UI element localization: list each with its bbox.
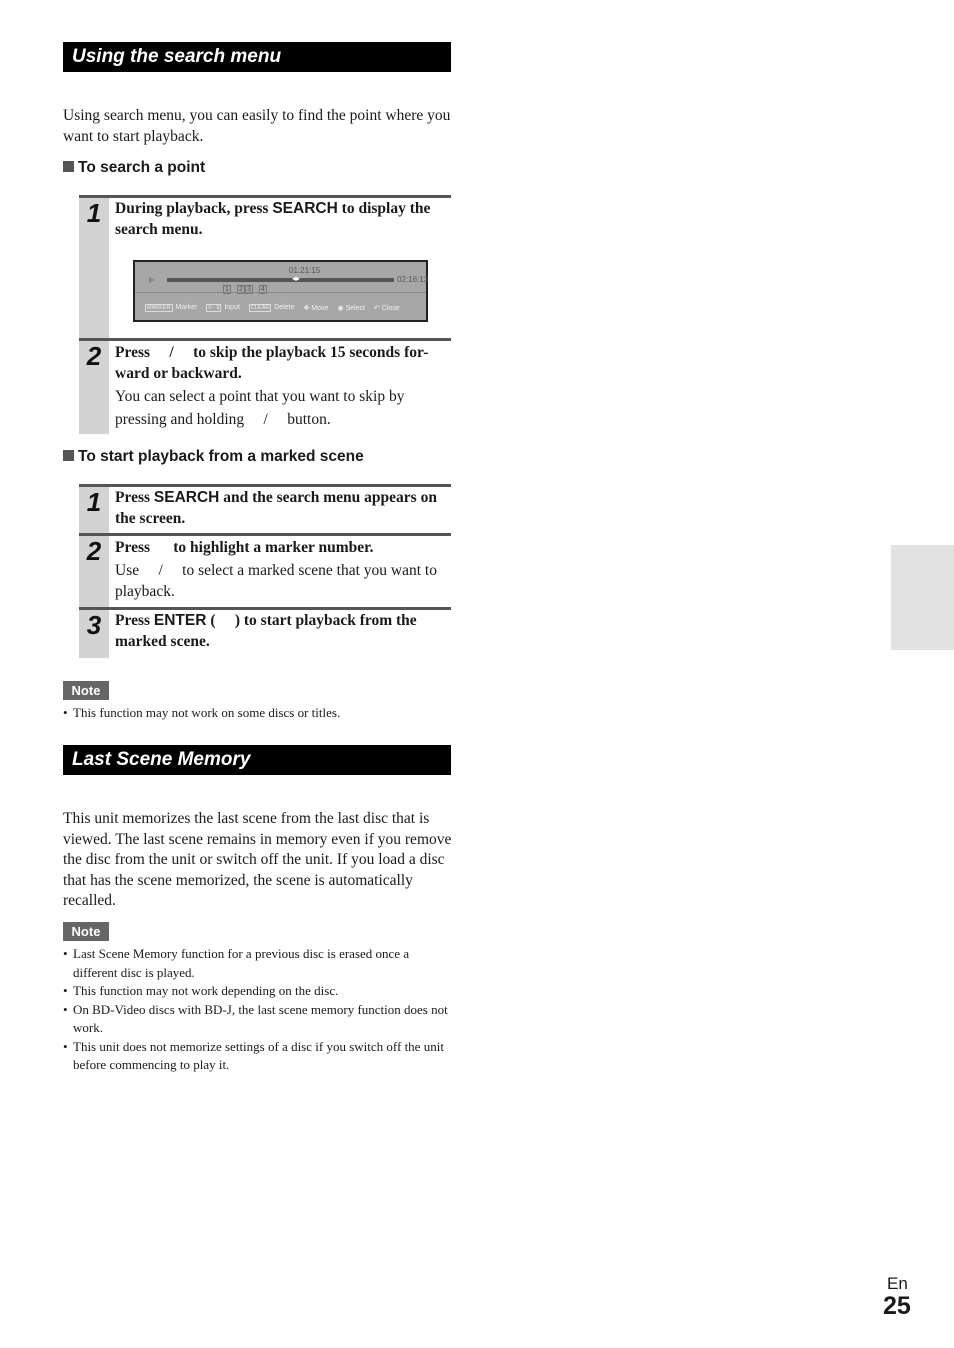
notes-list-search: This function may not work on some discs… xyxy=(63,704,455,723)
last-scene-body: This unit memorizes the last scene from … xyxy=(63,810,452,909)
note-item: This unit does not memorize settings of … xyxy=(63,1038,455,1075)
page-number: 25 xyxy=(883,1292,911,1320)
step-number: 2 xyxy=(86,341,102,371)
manual-page: Using the search menu Using search menu,… xyxy=(0,0,954,1348)
osd-legend: MARKER Marker 0 - 9 Input CLEAR Delete ✥ Mo… xyxy=(145,304,400,312)
move-arrows-icon: ✥ xyxy=(303,305,310,312)
notes-list-last-scene: Last Scene Memory function for a previou… xyxy=(63,945,455,1075)
note-badge: Note xyxy=(63,922,109,941)
step-number: 2 xyxy=(86,536,102,566)
step-2-search-point: 2 Press / to skip the playback 15 second… xyxy=(79,338,451,434)
chapter-side-tab xyxy=(891,545,954,650)
note-item: This function may not work depending on … xyxy=(63,982,455,1001)
note-item: On BD-Video discs with BD-J, the last sc… xyxy=(63,1001,455,1038)
subhead-marked-scene: To start playback from a marked scene xyxy=(63,447,364,467)
osd-total-time: 02:16:13 xyxy=(397,275,429,284)
page-language: En xyxy=(887,1274,908,1293)
search-intro: Using search menu, you can easily to fin… xyxy=(63,107,451,145)
osd-progress-bar xyxy=(167,278,394,282)
note-item: Last Scene Memory function for a previou… xyxy=(63,945,455,982)
play-icon: ▶ xyxy=(149,275,156,284)
step-number: 1 xyxy=(86,487,102,517)
select-circle-icon: ◉ xyxy=(337,305,344,312)
step-1-marked-scene: 1 Press SEARCH and the search menu appea… xyxy=(79,484,451,533)
note-item: This function may not work on some discs… xyxy=(63,704,455,723)
step-3-marked-scene: 3 Press ENTER ( ) to start playback from… xyxy=(79,607,451,658)
square-bullet-icon xyxy=(63,161,74,172)
section-title-last-scene-memory: Last Scene Memory xyxy=(63,745,451,775)
return-icon: ↶ xyxy=(373,305,380,312)
step-number: 3 xyxy=(86,610,102,640)
subhead-search-point: To search a point xyxy=(63,158,205,178)
note-badge: Note xyxy=(63,681,109,700)
osd-position-cursor-icon: ◂▸ xyxy=(292,274,301,283)
section-title-search-menu: Using the search menu xyxy=(63,42,451,72)
search-menu-osd-image: 01:21:15 ▶ ◂▸ 02:16:13 1 2 3 4 MARKER Mar… xyxy=(133,260,428,322)
step-2-marked-scene: 2 Press to highlight a marker number. Us… xyxy=(79,533,451,607)
square-bullet-icon xyxy=(63,450,74,461)
step-number: 1 xyxy=(86,198,102,228)
